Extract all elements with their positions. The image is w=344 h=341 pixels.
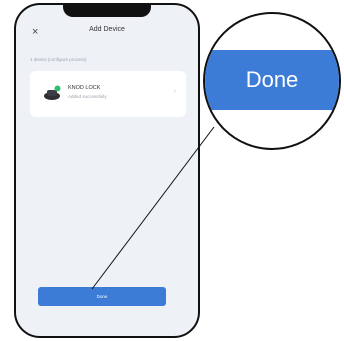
magnified-done-button: Done [205,50,339,110]
magnifier-callout: Done [203,12,341,150]
